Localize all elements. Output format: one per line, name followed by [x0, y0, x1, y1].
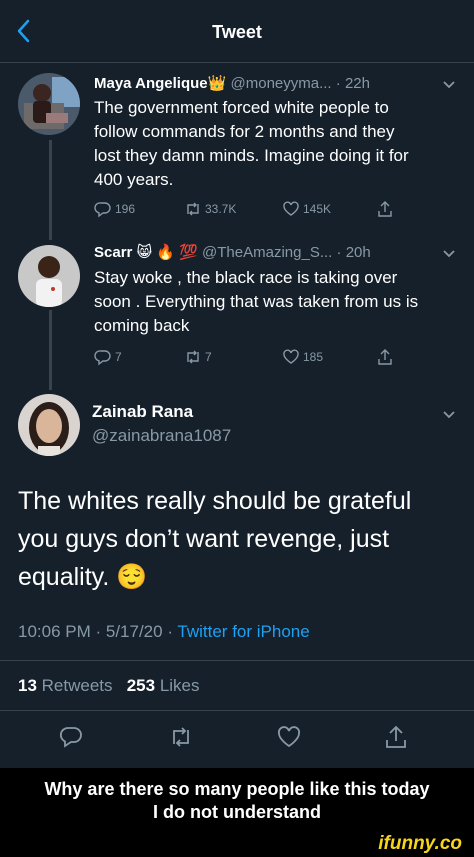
tweet-line: Stay woke , the black race is taking ove… [94, 268, 398, 287]
like-button[interactable]: 145K [282, 200, 331, 218]
tweet-stats: 13 Retweets 253 Likes [18, 676, 200, 696]
avatar[interactable] [18, 73, 80, 135]
like-label[interactable]: Likes [160, 676, 200, 695]
tweet-line: lost they damn minds. Imagine doing it f… [94, 146, 409, 165]
divider [0, 710, 474, 711]
verified-emoji: 👑 [207, 75, 227, 92]
divider [0, 660, 474, 661]
retweet-button[interactable]: 7 [184, 348, 212, 366]
tweet-source-link[interactable]: Twitter for iPhone [177, 622, 309, 641]
like-button[interactable]: 185 [282, 348, 323, 366]
reply-count: 7 [115, 350, 122, 364]
share-icon [378, 349, 392, 365]
tweet-line: equality. 😌 [18, 563, 148, 591]
avatar[interactable] [18, 245, 80, 307]
like-icon [283, 201, 299, 216]
header-title: Tweet [212, 22, 262, 42]
retweet-button[interactable]: 33.7K [184, 200, 236, 218]
timestamp-text: 10:06 PM · 5/17/20 · [18, 622, 178, 641]
tweet-header: Maya Angelique👑 @moneyyma... · 22h [94, 75, 370, 92]
share-icon[interactable] [383, 724, 409, 750]
like-count: 145K [303, 202, 332, 216]
like-total[interactable]: 253 [127, 676, 155, 695]
header-bar: Tweet [0, 0, 474, 63]
like-count: 185 [303, 350, 324, 364]
retweet-icon [187, 202, 199, 216]
reply-icon [94, 202, 111, 218]
retweet-label[interactable]: Retweets [42, 676, 113, 695]
main-tweet-body: The whites really should be grateful you… [18, 482, 458, 596]
tweet-line: The whites really should be grateful [18, 487, 412, 515]
tweet-actions: 196 33.7K 145K [94, 200, 424, 220]
ifunny-watermark: ifunny.co [378, 833, 462, 854]
tweet-time: 22h [344, 75, 370, 92]
reply-button[interactable]: 7 [94, 348, 122, 366]
caption-line: I do not understand [153, 802, 321, 822]
reply-button[interactable]: 196 [94, 200, 135, 218]
reply-icon [94, 350, 111, 366]
retweet-icon [187, 350, 199, 364]
share-icon [378, 201, 392, 217]
thread-line [49, 310, 52, 390]
tweet-line: soon . Everything that was taken from us… [94, 292, 419, 311]
author-name[interactable]: Maya Angelique [94, 75, 208, 92]
caption-line: Why are there so many people like this t… [44, 779, 430, 799]
retweet-count: 7 [205, 350, 212, 364]
thread-line [49, 140, 52, 240]
tweet-line: 400 years. [94, 170, 174, 189]
like-icon [283, 349, 299, 364]
main-author-handle[interactable]: @zainabrana1087 [92, 426, 231, 446]
reply-icon[interactable] [58, 724, 84, 750]
share-button[interactable] [376, 348, 394, 366]
tweet-timestamp: 10:06 PM · 5/17/20 · Twitter for iPhone [18, 622, 310, 642]
main-tweet-actions [0, 724, 474, 752]
author-handle[interactable]: @TheAmazing_S... [202, 244, 332, 261]
chevron-down-icon[interactable] [442, 80, 456, 90]
chevron-down-icon[interactable] [442, 410, 456, 420]
tweet-line: The government forced white people to [94, 98, 389, 117]
tweet-line: coming back [94, 316, 190, 335]
tweet-body: Stay woke , the black race is taking ove… [94, 266, 444, 338]
reply-count: 196 [115, 202, 136, 216]
tweet-line: you guys don’t want revenge, just [18, 525, 390, 553]
tweet-line: follow commands for 2 months and they [94, 122, 395, 141]
meme-caption: Why are there so many people like this t… [0, 768, 474, 836]
author-handle[interactable]: @moneyyma... [231, 75, 332, 92]
tweet-body: The government forced white people to fo… [94, 96, 444, 192]
tweet-time: 20h [345, 244, 371, 261]
main-author-name[interactable]: Zainab Rana [92, 402, 193, 422]
retweet-total[interactable]: 13 [18, 676, 37, 695]
tweet-actions: 7 7 185 [94, 348, 424, 368]
watermark-bar: ifunny.co [0, 833, 474, 857]
like-icon[interactable] [276, 724, 302, 750]
chevron-down-icon[interactable] [442, 249, 456, 259]
retweet-count: 33.7K [205, 202, 237, 216]
avatar[interactable] [18, 394, 80, 456]
author-name[interactable]: Scarr [94, 244, 132, 261]
name-emojis: 😸 🔥 💯 [136, 244, 198, 261]
share-button[interactable] [376, 200, 394, 218]
retweet-icon[interactable] [168, 724, 194, 750]
tweet-header: Scarr 😸 🔥 💯 @TheAmazing_S... · 20h [94, 244, 371, 261]
